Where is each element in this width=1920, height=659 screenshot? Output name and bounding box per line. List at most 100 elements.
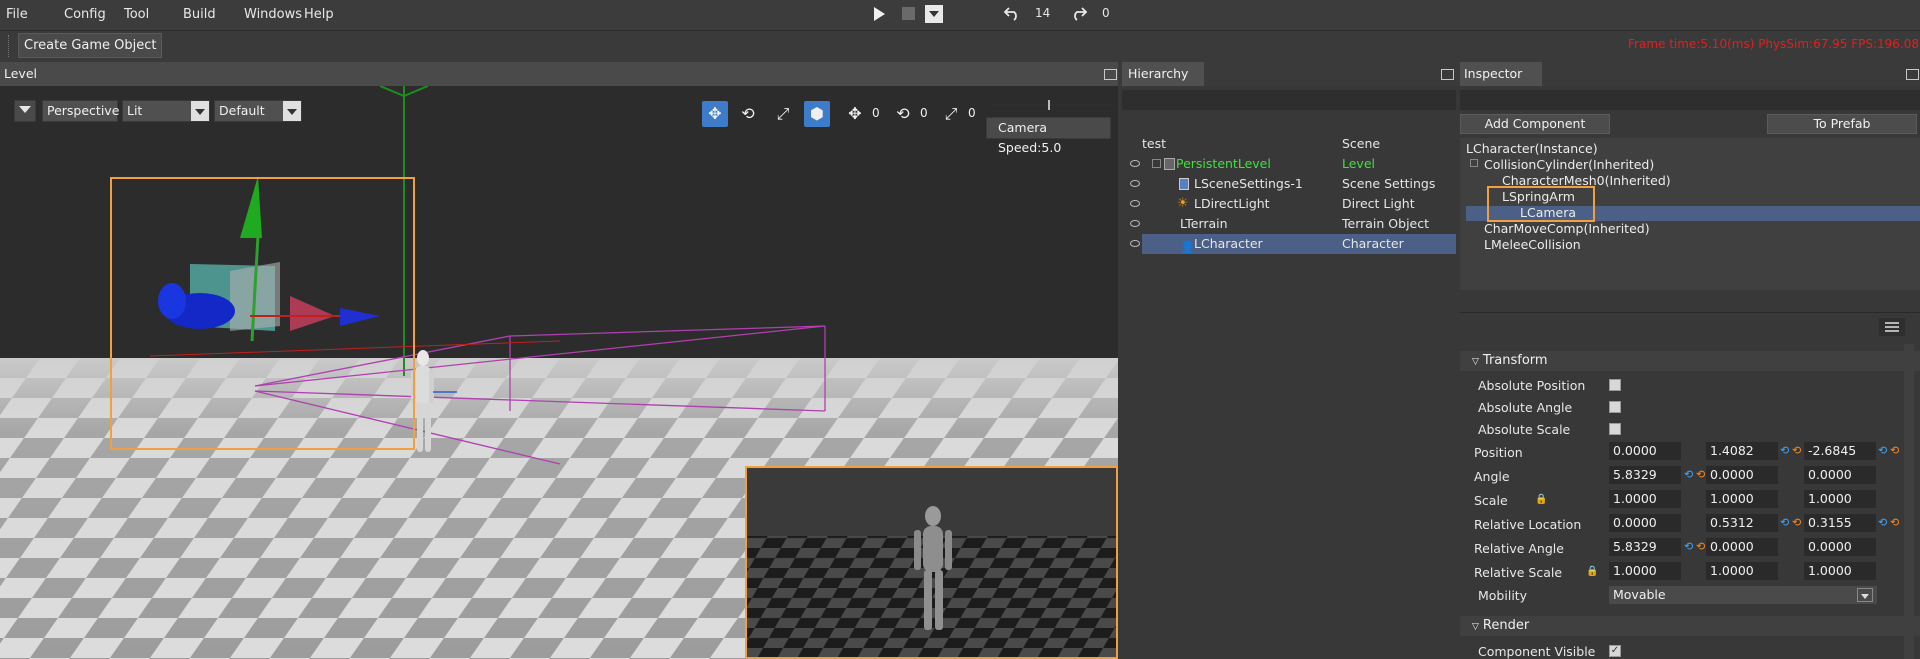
- absolute-position-checkbox[interactable]: [1609, 379, 1621, 391]
- reset-icon[interactable]: ⟲: [1890, 444, 1899, 457]
- camera-speed-slider-handle[interactable]: [1048, 100, 1050, 110]
- expand-toggle-icon[interactable]: [1470, 159, 1478, 167]
- visibility-eye-icon[interactable]: [1130, 240, 1140, 247]
- camera-preview-scene: [747, 468, 1116, 657]
- render-section-header[interactable]: ▽ Render: [1460, 616, 1920, 636]
- menu-tool[interactable]: Tool: [124, 7, 149, 22]
- angle-x-field[interactable]: 5.8329: [1609, 466, 1681, 484]
- component-charmovecomp[interactable]: CharMoveComp(Inherited): [1484, 221, 1650, 236]
- scale-z-field[interactable]: 1.0000: [1804, 490, 1876, 508]
- reset-icon[interactable]: ⟲: [1780, 516, 1789, 529]
- stop-icon[interactable]: [902, 7, 915, 20]
- lock-icon[interactable]: 🔒: [1535, 494, 1547, 505]
- menu-file[interactable]: File: [6, 7, 28, 22]
- menu-help[interactable]: Help: [304, 7, 334, 22]
- lighting-mode-select[interactable]: Lit: [122, 100, 210, 122]
- translate-tool-icon[interactable]: ✥: [702, 101, 728, 127]
- transform-section-header[interactable]: ▽ Transform: [1460, 351, 1920, 371]
- component-lcharacter-instance[interactable]: LCharacter(Instance): [1466, 141, 1598, 156]
- undo-icon[interactable]: [1003, 5, 1021, 21]
- hierarchy-row-lscenesettings[interactable]: LSceneSettings-1 Scene Settings: [1130, 174, 1458, 194]
- reset-icon[interactable]: ⟲: [1792, 444, 1801, 457]
- relative-scale-z-field[interactable]: 1.0000: [1804, 562, 1876, 580]
- gizmo-highlight-box: [110, 177, 415, 450]
- scale-x-field[interactable]: 1.0000: [1609, 490, 1681, 508]
- menu-build[interactable]: Build: [183, 7, 216, 22]
- relative-location-y-field[interactable]: 0.5312: [1706, 514, 1778, 532]
- hierarchy-row-ldirectlight[interactable]: ☀ LDirectLight Direct Light: [1130, 194, 1458, 214]
- create-game-object-button[interactable]: Create Game Object: [18, 33, 162, 58]
- scale-tool-icon[interactable]: ⤢: [770, 101, 796, 127]
- world-space-icon[interactable]: ⬢: [804, 101, 830, 127]
- level-dock-icon[interactable]: [1104, 69, 1117, 80]
- relative-scale-x-field[interactable]: 1.0000: [1609, 562, 1681, 580]
- component-collisioncylinder[interactable]: CollisionCylinder(Inherited): [1484, 157, 1654, 172]
- menu-config[interactable]: Config: [64, 7, 106, 22]
- reset-icon[interactable]: ⟲: [1878, 516, 1887, 529]
- inspector-panel-title: Inspector: [1464, 66, 1523, 81]
- angle-y-field[interactable]: 0.0000: [1706, 466, 1778, 484]
- play-options-dropdown-icon[interactable]: [925, 5, 943, 23]
- reset-icon[interactable]: ⟲: [1878, 444, 1887, 457]
- relative-angle-x-field[interactable]: 5.8329: [1609, 538, 1681, 556]
- expand-toggle-icon[interactable]: [1152, 159, 1161, 168]
- viewport-options-button[interactable]: [14, 100, 36, 122]
- visibility-eye-icon[interactable]: [1130, 200, 1140, 207]
- component-visible-checkbox[interactable]: ✓: [1609, 645, 1621, 657]
- camera-preview: [745, 466, 1118, 659]
- absolute-angle-checkbox[interactable]: [1609, 401, 1621, 413]
- angle-z-field[interactable]: 0.0000: [1804, 466, 1876, 484]
- hierarchy-search-input[interactable]: [1122, 90, 1456, 110]
- absolute-scale-checkbox[interactable]: [1609, 423, 1621, 435]
- translate-snap-icon[interactable]: ✥: [842, 101, 868, 127]
- render-header-label: Render: [1482, 618, 1530, 633]
- hierarchy-row-lcharacter[interactable]: 👤 LCharacter Character: [1130, 234, 1456, 254]
- relative-location-z-field[interactable]: 0.3155: [1804, 514, 1876, 532]
- level-tab[interactable]: [0, 62, 1118, 86]
- rotate-tool-icon[interactable]: ⟲: [735, 101, 761, 127]
- redo-icon[interactable]: [1070, 5, 1088, 21]
- visibility-eye-icon[interactable]: [1130, 180, 1140, 187]
- add-component-button[interactable]: Add Component: [1460, 114, 1610, 134]
- visibility-eye-icon[interactable]: [1130, 220, 1140, 227]
- hierarchy-row-test[interactable]: test Scene: [1142, 134, 1458, 154]
- component-lmeleecollision[interactable]: LMeleeCollision: [1484, 237, 1581, 252]
- hierarchy-row-lterrain[interactable]: LTerrain Terrain Object: [1130, 214, 1458, 234]
- hierarchy-row-name: PersistentLevel: [1176, 156, 1271, 171]
- inspector-dock-icon[interactable]: [1906, 69, 1919, 80]
- relative-angle-z-field[interactable]: 0.0000: [1804, 538, 1876, 556]
- scale-snap-icon[interactable]: ⤢: [938, 101, 964, 127]
- position-z-field[interactable]: -2.6845: [1804, 442, 1876, 460]
- scale-label: Scale: [1474, 493, 1508, 508]
- mobility-select[interactable]: Movable: [1609, 586, 1877, 604]
- layer-select[interactable]: Default: [214, 100, 302, 122]
- scale-y-field[interactable]: 1.0000: [1706, 490, 1778, 508]
- reset-icon[interactable]: ⟲: [1792, 516, 1801, 529]
- play-icon[interactable]: [872, 6, 886, 22]
- reset-icon[interactable]: ⟲: [1696, 468, 1705, 481]
- rotate-snap-icon[interactable]: ⟲: [890, 101, 916, 127]
- details-menu-icon[interactable]: [1879, 318, 1905, 336]
- menu-windows[interactable]: Windows: [244, 7, 302, 22]
- reset-icon[interactable]: ⟲: [1780, 444, 1789, 457]
- hierarchy-dock-icon[interactable]: [1441, 69, 1454, 80]
- relative-angle-y-field[interactable]: 0.0000: [1706, 538, 1778, 556]
- camera-speed-slider[interactable]: [990, 104, 1115, 106]
- relative-scale-y-field[interactable]: 1.0000: [1706, 562, 1778, 580]
- visibility-eye-icon[interactable]: [1130, 160, 1140, 167]
- reset-icon[interactable]: ⟲: [1696, 540, 1705, 553]
- view-mode-button[interactable]: Perspective: [42, 100, 119, 122]
- hierarchy-row-persistentlevel[interactable]: PersistentLevel Level: [1130, 154, 1458, 174]
- position-x-field[interactable]: 0.0000: [1609, 442, 1681, 460]
- level-viewport[interactable]: Perspective Lit Default ✥ ⟲ ⤢ ⬢ ✥ 0 ⟲ 0 …: [0, 86, 1118, 659]
- absolute-scale-label: Absolute Scale: [1478, 422, 1571, 437]
- level-panel-title: Level: [4, 66, 37, 81]
- reset-icon[interactable]: ⟲: [1684, 540, 1693, 553]
- lock-icon[interactable]: 🔒: [1586, 566, 1598, 577]
- reset-icon[interactable]: ⟲: [1684, 468, 1693, 481]
- relative-location-x-field[interactable]: 0.0000: [1609, 514, 1681, 532]
- inspector-scrollbar[interactable]: [1904, 344, 1914, 659]
- to-prefab-button[interactable]: To Prefab: [1767, 114, 1917, 134]
- reset-icon[interactable]: ⟲: [1890, 516, 1899, 529]
- position-y-field[interactable]: 1.4082: [1706, 442, 1778, 460]
